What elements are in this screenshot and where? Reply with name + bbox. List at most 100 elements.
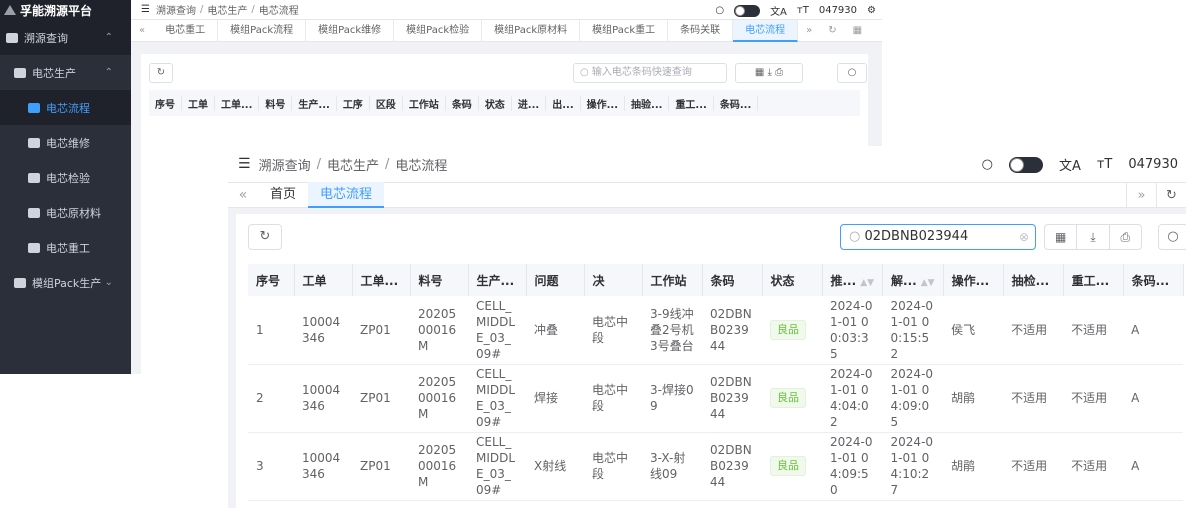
table-header-row: 序号 工单 工单... 料号 生产... 问题 决 工作站 条码 状态 推...… bbox=[248, 264, 1184, 296]
column-header-label: 解... bbox=[891, 273, 917, 288]
breadcrumb-item: 电芯流程 bbox=[258, 6, 299, 17]
refresh-button[interactable]: ↻ bbox=[248, 224, 282, 250]
tabs-scroll-left-icon[interactable]: « bbox=[131, 25, 153, 36]
sidebar-item-cell-raw-material[interactable]: 电芯原材料 bbox=[0, 195, 131, 230]
data-table: 序号 工单 工单... 料号 生产... 问题 决 工作站 条码 状态 推...… bbox=[248, 264, 1184, 501]
tabs-scroll-left-icon[interactable]: « bbox=[228, 187, 258, 203]
search-icon[interactable]: ○ bbox=[715, 5, 724, 16]
sidebar: 孚能溯源平台 溯源查询 ⌃ 电芯生产 ⌃ 电芯流程 电芯维修 电芯检验 电芯原材… bbox=[0, 0, 131, 374]
tab[interactable]: 模组Pack维修 bbox=[306, 19, 395, 42]
font-size-icon[interactable]: тT bbox=[1097, 157, 1113, 172]
sort-icon[interactable]: ▲▼ bbox=[860, 278, 874, 288]
cell-order-type: ZP01 bbox=[360, 391, 391, 405]
sidebar-item-cell-flow[interactable]: 电芯流程 bbox=[0, 90, 131, 125]
refresh-button[interactable]: ↻ bbox=[149, 63, 173, 83]
menu-icon[interactable]: ☰ bbox=[238, 156, 251, 172]
table-row[interactable]: 1 10004346 ZP01 2020500016M CELL_MIDDLE_… bbox=[248, 296, 1184, 364]
refresh-icon[interactable]: ↻ bbox=[1156, 183, 1186, 209]
cell-production: CELL_MIDDLE_03_09# bbox=[476, 298, 516, 361]
column-header: 序号 bbox=[149, 95, 182, 111]
tab-home[interactable]: 首页 bbox=[258, 182, 308, 208]
translate-icon[interactable]: 文A bbox=[1059, 155, 1081, 174]
tab-active[interactable]: 电芯流程 bbox=[733, 19, 799, 42]
theme-toggle[interactable] bbox=[734, 4, 761, 17]
tab[interactable]: 模组Pack检验 bbox=[394, 19, 483, 42]
cell-issue: 冲叠 bbox=[534, 322, 559, 337]
breadcrumb-item[interactable]: 电芯生产 bbox=[327, 155, 379, 174]
cell-sample: 不适用 bbox=[1011, 391, 1048, 405]
column-header-sortable[interactable]: 推... ▲▼ bbox=[822, 264, 884, 296]
toolbar-button-group[interactable]: ▦ ⤓ ⎙ bbox=[735, 63, 803, 83]
search-icon[interactable]: ○ bbox=[982, 157, 993, 172]
cell-seq: 3 bbox=[256, 459, 264, 473]
database-icon bbox=[6, 32, 18, 43]
sidebar-item-label: 模组Pack生产 bbox=[32, 276, 102, 290]
tab[interactable]: 模组Pack重工 bbox=[580, 19, 669, 42]
column-header: 生产... bbox=[292, 95, 337, 111]
column-header-sortable[interactable]: 解... ▲▼ bbox=[882, 264, 944, 296]
sidebar-item-cell-production[interactable]: 电芯生产 ⌃ bbox=[0, 55, 131, 90]
cell-sample: 不适用 bbox=[1011, 322, 1048, 337]
cell-production: CELL_MIDDLE_03_09# bbox=[476, 367, 516, 429]
brand-title: 孚能溯源平台 bbox=[20, 3, 93, 18]
toolbar: ↻ ○ 02DBNB023944 ⊗ ▦ ⤓ ⎙ ○ bbox=[236, 214, 1186, 264]
sidebar-item-label: 电芯检验 bbox=[46, 171, 90, 185]
table-row[interactable]: 3 10004346 ZP01 2020500016M CELL_MIDDLE_… bbox=[248, 432, 1184, 500]
sidebar-item-cell-inspection[interactable]: 电芯检验 bbox=[0, 160, 131, 195]
print-icon[interactable]: ⎙ bbox=[1110, 225, 1141, 249]
column-header: 工单... bbox=[215, 95, 260, 111]
sidebar-item-label: 电芯原材料 bbox=[46, 206, 101, 220]
tabs-scroll-right-icon[interactable]: » bbox=[1126, 183, 1156, 209]
tabs-scroll-right-icon[interactable]: » bbox=[798, 25, 820, 36]
font-size-icon[interactable]: тT bbox=[797, 5, 809, 16]
column-header: 料号 bbox=[410, 264, 469, 296]
sidebar-item-trace-query[interactable]: 溯源查询 ⌃ bbox=[0, 20, 131, 55]
sort-icon[interactable]: ▲▼ bbox=[921, 278, 935, 288]
search-button[interactable]: ○ bbox=[837, 63, 867, 83]
clear-icon[interactable]: ⊗ bbox=[1019, 225, 1029, 249]
cell-code: A bbox=[1131, 459, 1140, 473]
table-row[interactable]: 2 10004346 ZP01 2020500016M CELL_MIDDLE_… bbox=[248, 364, 1184, 432]
tab[interactable]: 电芯重工 bbox=[153, 19, 219, 42]
tab[interactable]: 模组Pack流程 bbox=[218, 19, 307, 42]
search-input[interactable]: ○ 输入电芯条码快速查询 bbox=[573, 63, 727, 83]
menu-icon[interactable]: ☰ bbox=[141, 4, 150, 15]
logo-icon bbox=[4, 5, 16, 15]
tab[interactable]: 条码关联 bbox=[668, 19, 734, 42]
cell-decision: 电芯中段 bbox=[592, 451, 629, 481]
search-button[interactable]: ○ bbox=[1158, 224, 1186, 250]
table-header: 序号 工单 工单... 料号 生产... 工序 区段 工作站 条码 状态 进..… bbox=[149, 90, 860, 116]
cell-operator: 胡鹃 bbox=[951, 459, 976, 473]
sidebar-item-cell-repair[interactable]: 电芯维修 bbox=[0, 125, 131, 160]
theme-toggle[interactable] bbox=[1008, 156, 1043, 173]
column-header: 条码 bbox=[446, 95, 479, 111]
header: ☰ 溯源查询 / 电芯生产 / 电芯流程 ○ 文A тT 047930 bbox=[228, 146, 1186, 182]
breadcrumb-item[interactable]: 溯源查询 bbox=[259, 155, 311, 174]
tab[interactable]: 模组Pack原材料 bbox=[482, 19, 581, 42]
tab-cell-flow[interactable]: 电芯流程 bbox=[308, 182, 385, 208]
cell-issue: 焊接 bbox=[534, 391, 559, 405]
search-input[interactable]: ○ 02DBNB023944 ⊗ bbox=[840, 224, 1036, 250]
cell-order: 10004346 bbox=[302, 451, 341, 481]
username[interactable]: 047930 bbox=[819, 5, 857, 16]
refresh-icon[interactable]: ↻ bbox=[820, 25, 844, 36]
column-header: 工作站 bbox=[642, 264, 703, 296]
download-icon[interactable]: ⤓ bbox=[1077, 225, 1110, 249]
sidebar-item-cell-rework[interactable]: 电芯重工 bbox=[0, 230, 131, 265]
sidebar-item-module-pack[interactable]: 模组Pack生产 ⌄ bbox=[0, 265, 131, 300]
grid-icon[interactable]: ▦ bbox=[845, 25, 870, 36]
columns-icon[interactable]: ▦ bbox=[1045, 225, 1078, 249]
username[interactable]: 047930 bbox=[1128, 157, 1178, 172]
chevron-up-icon: ⌃ bbox=[104, 67, 113, 78]
column-header: 条码... bbox=[1123, 264, 1184, 296]
column-header: 抽检... bbox=[1003, 264, 1064, 296]
cell-barcode: 02DBNB023944 bbox=[710, 443, 752, 489]
breadcrumb-item[interactable]: 溯源查询 bbox=[156, 2, 196, 17]
column-header: 料号 bbox=[259, 95, 293, 111]
column-header: 进... bbox=[512, 95, 547, 111]
translate-icon[interactable]: 文A bbox=[770, 3, 787, 18]
breadcrumb-item[interactable]: 电芯生产 bbox=[207, 2, 247, 17]
table-icon bbox=[28, 207, 40, 218]
settings-icon[interactable]: ⚙ bbox=[867, 5, 876, 16]
cell-seq: 2 bbox=[256, 391, 264, 405]
